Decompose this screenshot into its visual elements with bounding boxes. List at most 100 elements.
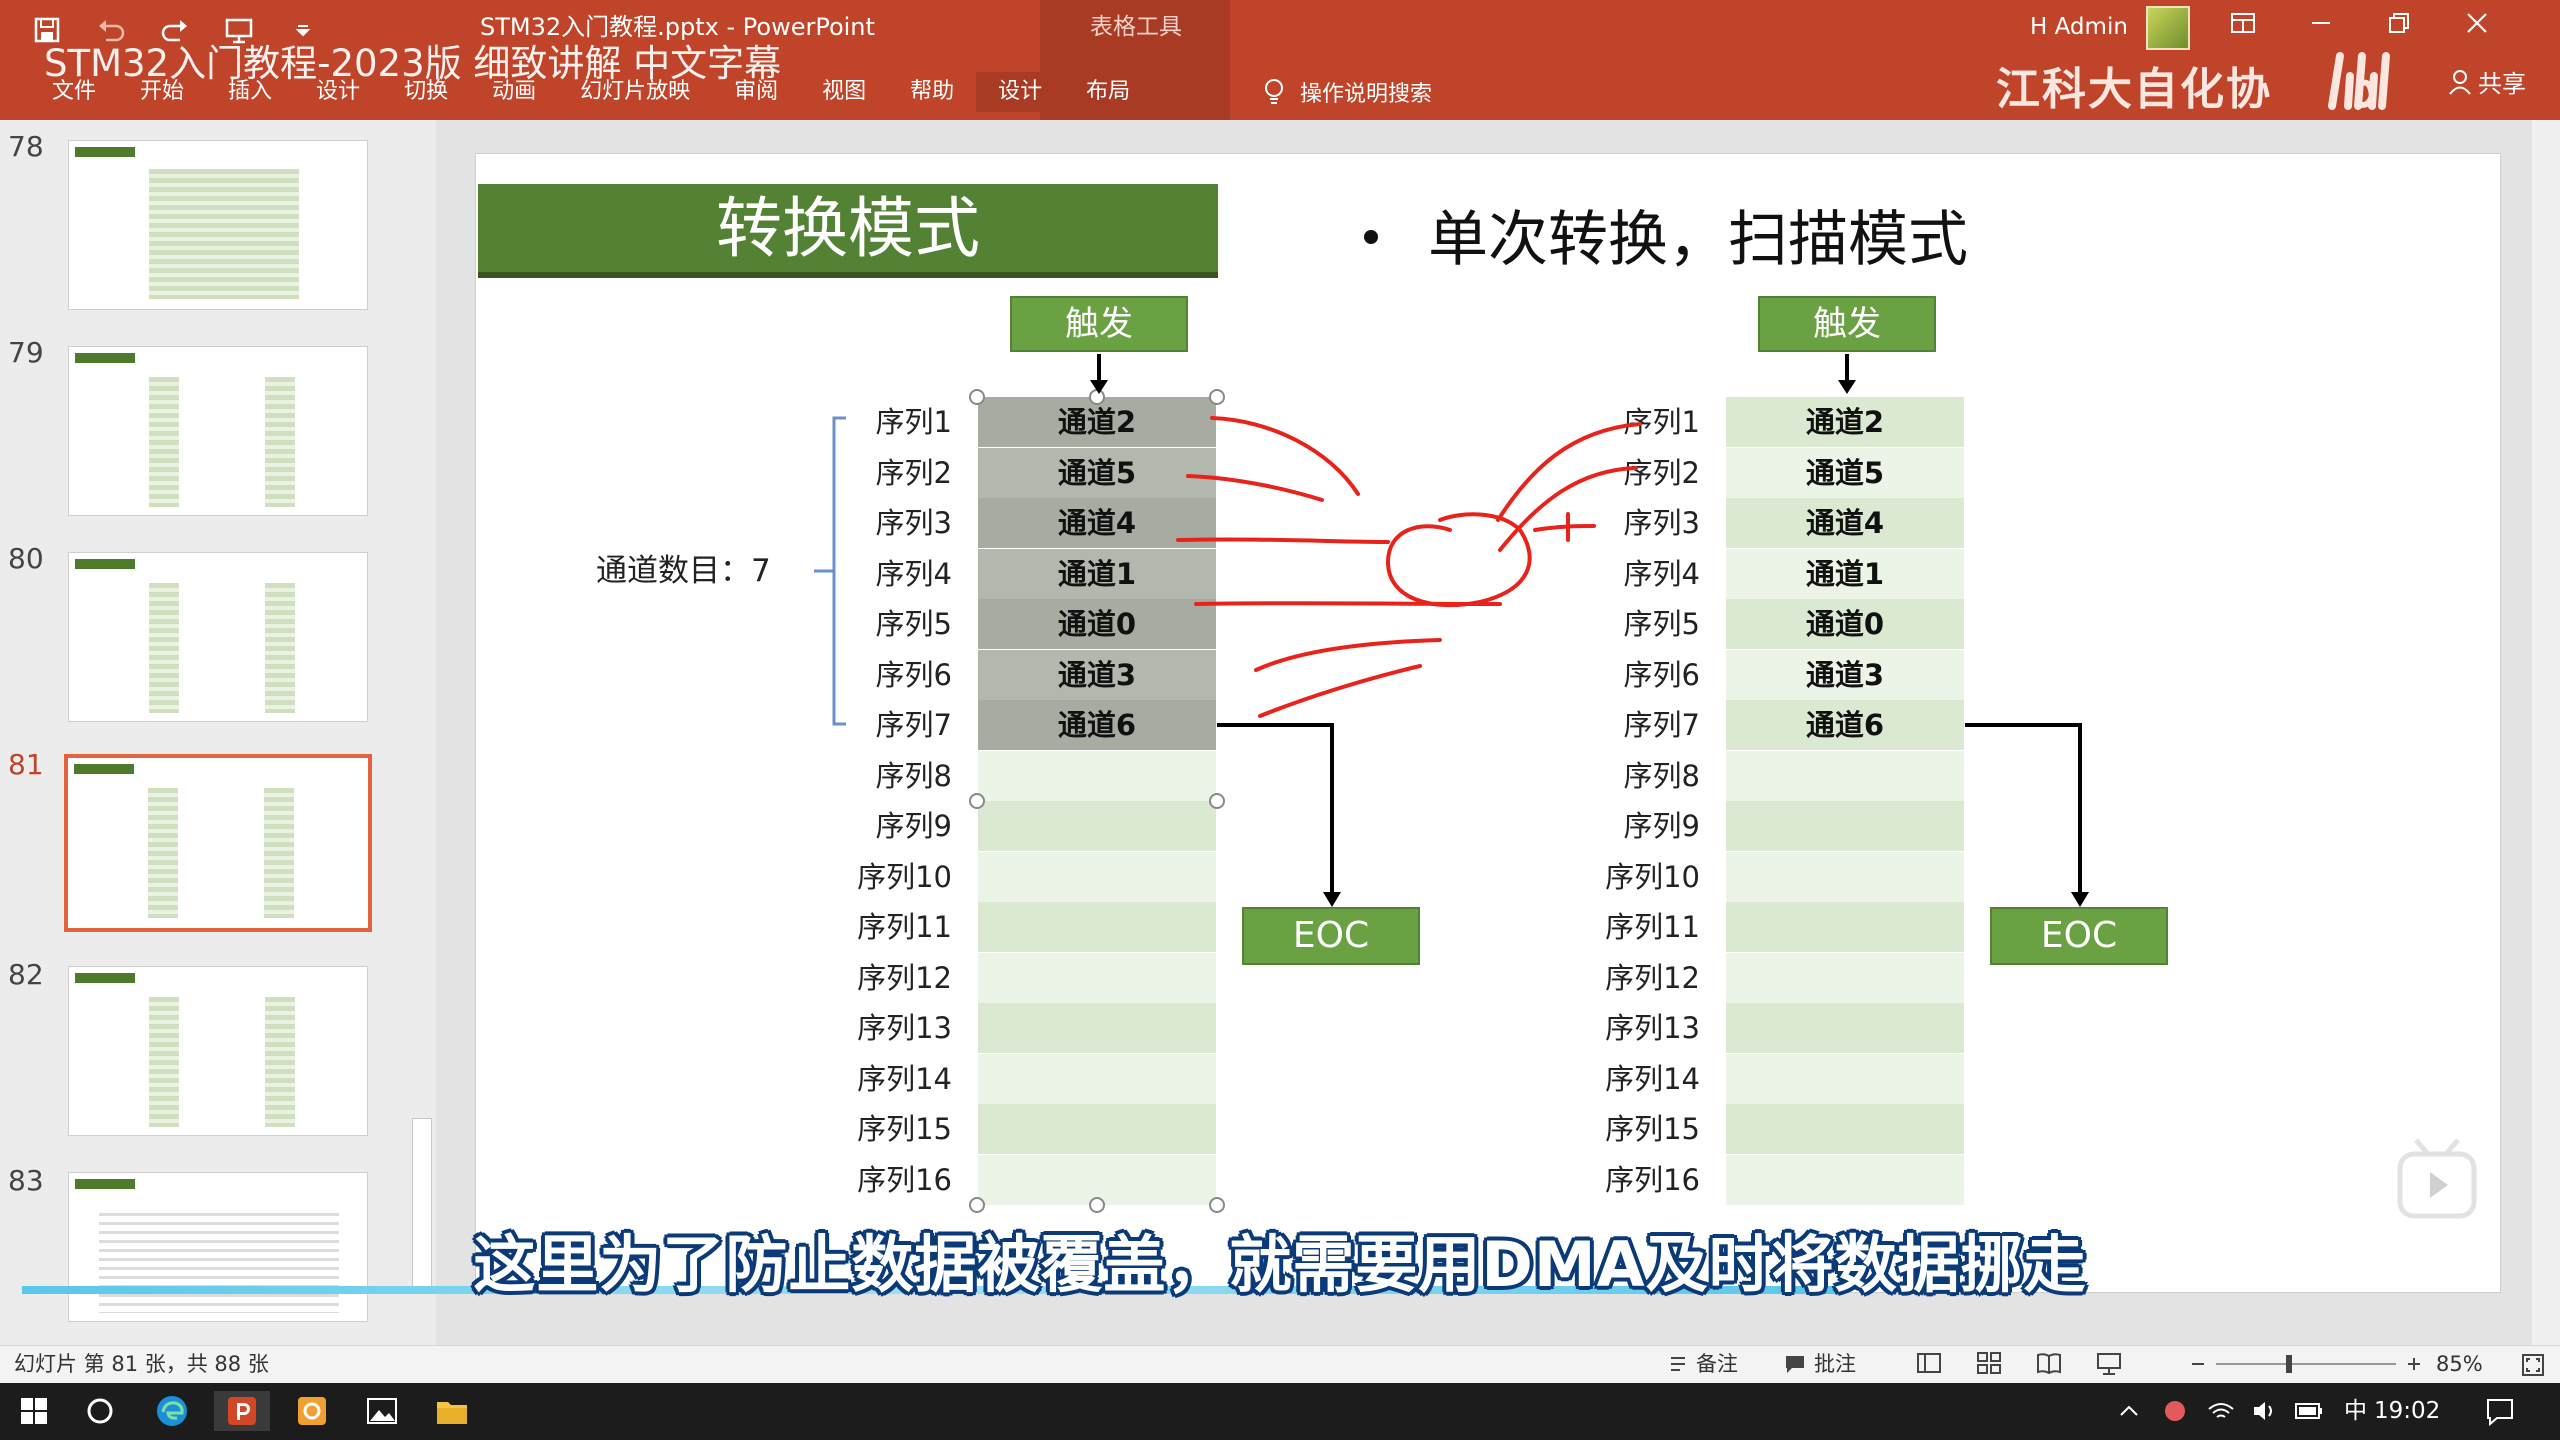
zoom-level[interactable]: 85% <box>2436 1346 2483 1382</box>
edge-browser-icon[interactable] <box>152 1391 192 1431</box>
tab-help[interactable]: 帮助 <box>888 72 976 112</box>
channel-cell[interactable]: 通道3 <box>1726 650 1964 700</box>
restore-icon[interactable] <box>2386 10 2412 36</box>
sequence-label: 序列12 <box>857 961 952 995</box>
powerpoint-taskbar-icon[interactable] <box>214 1391 270 1431</box>
tab-view[interactable]: 视图 <box>800 72 888 112</box>
file-explorer-icon[interactable] <box>432 1391 472 1431</box>
selection-handle[interactable] <box>1209 793 1225 809</box>
close-icon[interactable] <box>2464 10 2490 36</box>
user-name[interactable]: H Admin <box>2030 10 2128 44</box>
selection-handle[interactable] <box>969 793 985 809</box>
channel-cell[interactable] <box>1726 852 1964 902</box>
selection-handle[interactable] <box>1209 389 1225 405</box>
photos-app-icon[interactable] <box>362 1391 402 1431</box>
video-subtitle: 这里为了防止数据被覆盖，就需要用DMA及时将数据挪走 <box>473 1228 2087 1301</box>
sequence-label: 序列5 <box>1623 607 1700 641</box>
bilibili-logo-icon <box>2328 52 2390 110</box>
sequence-label: 序列11 <box>1605 910 1700 944</box>
channel-cell[interactable]: 通道3 <box>978 650 1216 700</box>
channel-cell[interactable]: 通道6 <box>1726 700 1964 750</box>
bullet-text[interactable]: 单次转换，扫描模式 <box>1364 200 1968 280</box>
selection-handle[interactable] <box>1089 389 1105 405</box>
windows-start-icon[interactable] <box>14 1391 54 1431</box>
ribbon-display-icon[interactable] <box>2230 10 2256 36</box>
comments-label: 批注 <box>1814 1352 1856 1376</box>
channel-cell[interactable] <box>1726 801 1964 851</box>
channel-cell[interactable]: 通道5 <box>978 448 1216 498</box>
channel-cell[interactable]: 通道2 <box>1726 397 1964 447</box>
chevron-up-icon[interactable] <box>2114 1391 2144 1431</box>
slide-thumbnail-79[interactable] <box>68 346 368 516</box>
share-button[interactable]: 共享 <box>2448 64 2526 99</box>
selection-handle[interactable] <box>969 389 985 405</box>
channel-cell[interactable] <box>978 953 1216 1003</box>
slideshow-view-icon[interactable] <box>2096 1350 2122 1376</box>
editor-scrollbar[interactable] <box>2532 120 2560 1345</box>
zoom-slider[interactable] <box>2186 1346 2466 1382</box>
channel-cell[interactable] <box>1726 1155 1964 1205</box>
channel-cell[interactable] <box>978 1003 1216 1053</box>
selection-handle[interactable] <box>1209 1197 1225 1213</box>
channel-cell[interactable]: 通道1 <box>978 549 1216 599</box>
tab-table-design[interactable]: 设计 <box>976 72 1065 112</box>
avatar[interactable] <box>2146 6 2190 50</box>
channel-cell[interactable] <box>978 852 1216 902</box>
reading-view-icon[interactable] <box>2036 1350 2062 1376</box>
channel-cell[interactable] <box>1726 751 1964 801</box>
trigger-box-left[interactable]: 触发 <box>1010 296 1188 352</box>
channel-cell[interactable] <box>978 801 1216 851</box>
slide-sorter-icon[interactable] <box>1976 1350 2002 1376</box>
eoc-box-right[interactable]: EOC <box>1990 907 2168 965</box>
slide-thumbnail-80[interactable] <box>68 552 368 722</box>
video-play-button[interactable] <box>2386 1130 2488 1230</box>
tab-table-layout[interactable]: 布局 <box>1064 72 1153 112</box>
channel-cell[interactable] <box>1726 1054 1964 1104</box>
notifications-icon[interactable] <box>2480 1391 2520 1431</box>
slide-canvas[interactable] <box>476 154 2500 1292</box>
slide-title[interactable]: 转换模式 <box>478 184 1218 278</box>
slide-thumbnail-81[interactable] <box>64 754 372 932</box>
tray-app-icon[interactable] <box>2158 1391 2192 1431</box>
normal-view-icon[interactable] <box>1916 1350 1942 1376</box>
volume-icon[interactable] <box>2248 1391 2282 1431</box>
app-icon-orange[interactable] <box>292 1391 332 1431</box>
notes-button[interactable]: 备注 <box>1668 1346 1738 1382</box>
battery-icon[interactable] <box>2292 1391 2326 1431</box>
input-method-indicator[interactable]: 中 <box>2344 1383 2367 1440</box>
trigger-box-right[interactable]: 触发 <box>1758 296 1936 352</box>
channel-cell[interactable] <box>978 1054 1216 1104</box>
minimize-icon[interactable] <box>2308 10 2334 36</box>
slide-thumbnail-82[interactable] <box>68 966 368 1136</box>
sequence-label: 序列14 <box>857 1062 952 1096</box>
eoc-box-left[interactable]: EOC <box>1242 907 1420 965</box>
channel-cell[interactable]: 通道4 <box>978 498 1216 548</box>
tell-me-search[interactable]: 操作说明搜索 <box>1262 72 1432 112</box>
channel-cell[interactable] <box>1726 953 1964 1003</box>
fit-to-window-icon[interactable] <box>2520 1352 2546 1378</box>
taskbar-clock[interactable]: 19:02 <box>2374 1383 2440 1440</box>
channel-cell[interactable]: 通道5 <box>1726 448 1964 498</box>
channel-cell[interactable] <box>1726 1003 1964 1053</box>
selection-handle[interactable] <box>969 1197 985 1213</box>
channel-cell[interactable] <box>978 1104 1216 1154</box>
channel-cell[interactable]: 通道6 <box>978 700 1216 750</box>
channel-cell[interactable]: 通道4 <box>1726 498 1964 548</box>
channel-cell[interactable] <box>1726 1104 1964 1154</box>
channel-cell[interactable] <box>1726 902 1964 952</box>
channel-cell[interactable]: 通道1 <box>1726 549 1964 599</box>
channel-cell[interactable]: 通道0 <box>1726 599 1964 649</box>
thumb-column <box>149 377 179 507</box>
search-icon[interactable] <box>80 1391 120 1431</box>
comments-button[interactable]: 批注 <box>1784 1346 1856 1382</box>
sequence-label: 序列7 <box>1623 708 1700 742</box>
selection-handle[interactable] <box>1089 1197 1105 1213</box>
notes-icon <box>1671 1357 1685 1371</box>
slide-thumbnail-78[interactable] <box>68 140 368 310</box>
wifi-icon[interactable] <box>2204 1391 2238 1431</box>
channel-cell[interactable] <box>978 751 1216 801</box>
sequence-label: 序列8 <box>1623 759 1700 793</box>
sequence-label: 序列6 <box>875 658 952 692</box>
channel-cell[interactable] <box>978 902 1216 952</box>
channel-cell[interactable]: 通道0 <box>978 599 1216 649</box>
